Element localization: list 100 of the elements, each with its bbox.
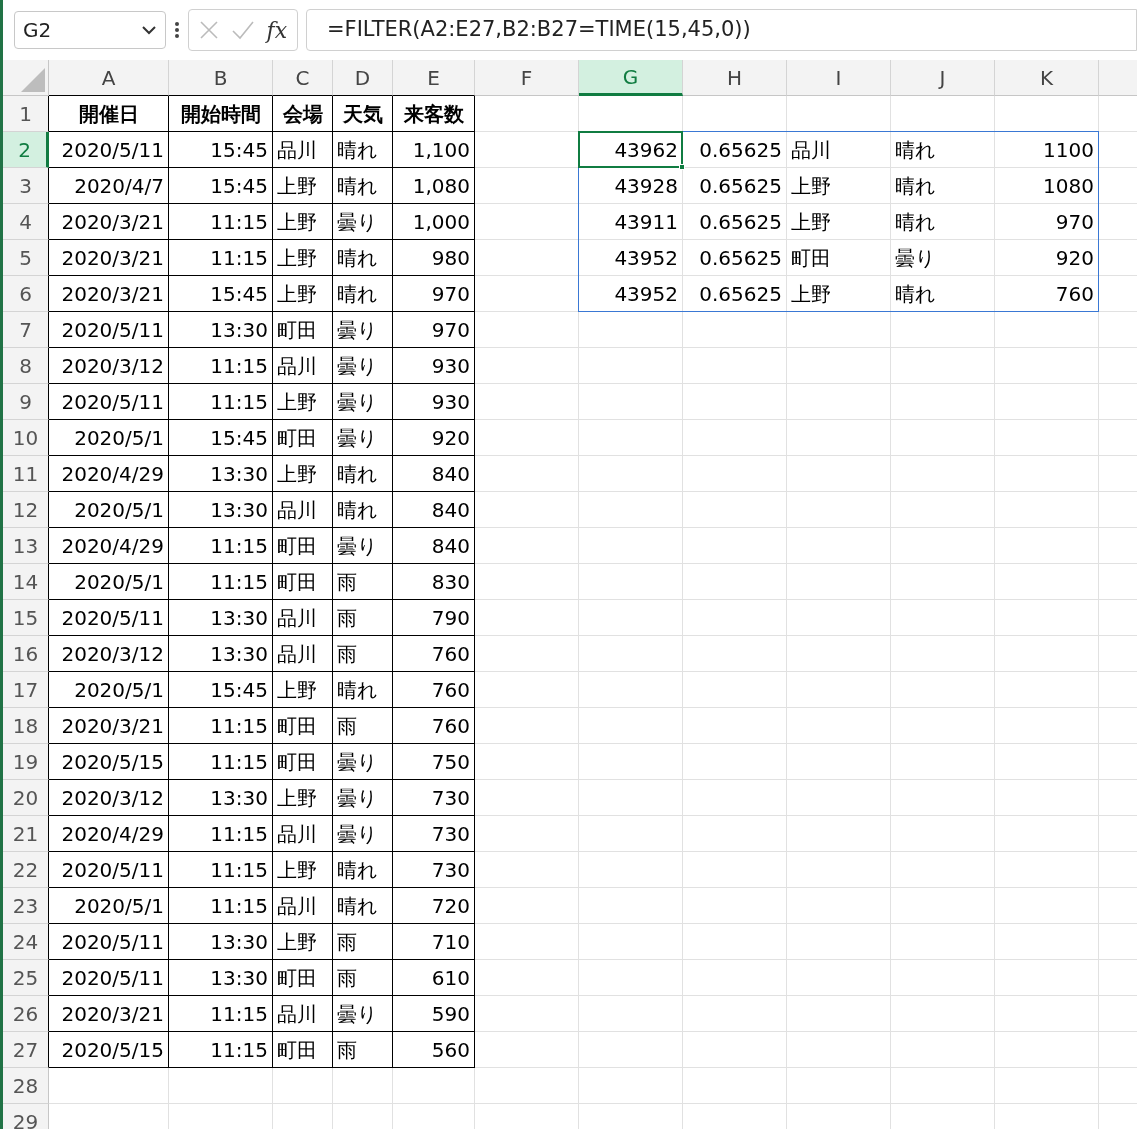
column-header[interactable]: C xyxy=(273,60,333,96)
table-cell: 品川 xyxy=(273,888,333,924)
check-icon[interactable] xyxy=(230,20,255,40)
table-cell: 晴れ xyxy=(333,168,393,204)
row-header[interactable]: 11 xyxy=(3,456,49,492)
insert-function-button[interactable]: fx xyxy=(266,13,288,47)
column-header[interactable]: D xyxy=(333,60,393,96)
table-cell: 曇り xyxy=(333,780,393,816)
table-cell: 11:15 xyxy=(169,1032,273,1068)
table-cell: 790 xyxy=(393,600,475,636)
name-box[interactable]: G2 xyxy=(14,11,166,49)
row-header[interactable]: 2 xyxy=(3,132,49,168)
table-cell: 2020/5/11 xyxy=(49,600,169,636)
row-header[interactable]: 29 xyxy=(3,1104,49,1129)
table-cell: 上野 xyxy=(273,672,333,708)
row-header[interactable]: 10 xyxy=(3,420,49,456)
table-cell: 760 xyxy=(995,276,1099,312)
row-header[interactable]: 6 xyxy=(3,276,49,312)
table-cell: 上野 xyxy=(273,204,333,240)
chevron-down-icon xyxy=(141,25,157,35)
column-header[interactable]: G xyxy=(579,60,683,96)
table-cell: 11:15 xyxy=(169,528,273,564)
table-cell: 上野 xyxy=(273,384,333,420)
row-header[interactable]: 13 xyxy=(3,528,49,564)
table-cell: 11:15 xyxy=(169,240,273,276)
row-header[interactable]: 17 xyxy=(3,672,49,708)
row-header[interactable]: 27 xyxy=(3,1032,49,1068)
row-header[interactable]: 7 xyxy=(3,312,49,348)
row-header[interactable]: 4 xyxy=(3,204,49,240)
column-header[interactable]: J xyxy=(891,60,995,96)
more-options-icon[interactable] xyxy=(174,21,180,39)
row-header[interactable]: 19 xyxy=(3,744,49,780)
row-header[interactable]: 1 xyxy=(3,96,49,132)
formula-input[interactable]: =FILTER(A2:E27,B2:B27=TIME(15,45,0)) xyxy=(306,9,1137,51)
table-cell: 13:30 xyxy=(169,600,273,636)
table-cell: 920 xyxy=(393,420,475,456)
table-cell: 曇り xyxy=(333,312,393,348)
row-header[interactable]: 8 xyxy=(3,348,49,384)
select-all-icon[interactable] xyxy=(21,68,45,92)
table-cell: 920 xyxy=(995,240,1099,276)
table-cell: 43952 xyxy=(579,240,683,276)
table-cell: 晴れ xyxy=(891,204,995,240)
column-header[interactable]: I xyxy=(787,60,891,96)
column-header[interactable]: F xyxy=(475,60,579,96)
row-header[interactable]: 24 xyxy=(3,924,49,960)
row-header[interactable]: 26 xyxy=(3,996,49,1032)
row-header[interactable]: 5 xyxy=(3,240,49,276)
table-cell: 13:30 xyxy=(169,456,273,492)
column-header[interactable]: E xyxy=(393,60,475,96)
table-cell: 2020/5/1 xyxy=(49,420,169,456)
select-all-corner[interactable] xyxy=(3,60,49,96)
table-cell: 町田 xyxy=(273,708,333,744)
table-cell: 晴れ xyxy=(333,852,393,888)
row-header[interactable]: 9 xyxy=(3,384,49,420)
row-header[interactable]: 15 xyxy=(3,600,49,636)
column-header[interactable]: H xyxy=(683,60,787,96)
table-cell: 雨 xyxy=(333,564,393,600)
column-title: 開始時間 xyxy=(169,96,273,132)
table-cell: 11:15 xyxy=(169,348,273,384)
row-header[interactable]: 20 xyxy=(3,780,49,816)
table-cell: 13:30 xyxy=(169,960,273,996)
table-cell: 760 xyxy=(393,672,475,708)
row-header[interactable]: 16 xyxy=(3,636,49,672)
table-cell: 0.65625 xyxy=(683,240,787,276)
row-header[interactable]: 18 xyxy=(3,708,49,744)
row-header[interactable]: 28 xyxy=(3,1068,49,1104)
table-cell: 2020/5/1 xyxy=(49,492,169,528)
table-cell: 11:15 xyxy=(169,564,273,600)
table-cell: 43911 xyxy=(579,204,683,240)
table-cell: 2020/5/15 xyxy=(49,744,169,780)
table-cell: 11:15 xyxy=(169,744,273,780)
table-cell: 0.65625 xyxy=(683,204,787,240)
column-header[interactable]: B xyxy=(169,60,273,96)
table-cell: 2020/5/15 xyxy=(49,1032,169,1068)
row-header[interactable]: 3 xyxy=(3,168,49,204)
row-header[interactable]: 22 xyxy=(3,852,49,888)
table-cell: 2020/5/11 xyxy=(49,960,169,996)
row-header[interactable]: 21 xyxy=(3,816,49,852)
table-cell: 晴れ xyxy=(333,888,393,924)
table-cell: 11:15 xyxy=(169,996,273,1032)
table-cell: 品川 xyxy=(273,492,333,528)
row-header[interactable]: 12 xyxy=(3,492,49,528)
table-cell: 2020/3/21 xyxy=(49,996,169,1032)
close-icon[interactable] xyxy=(198,20,219,40)
table-cell: 2020/5/11 xyxy=(49,312,169,348)
table-cell: 2020/5/11 xyxy=(49,924,169,960)
table-cell: 1100 xyxy=(995,132,1099,168)
column-header[interactable]: K xyxy=(995,60,1099,96)
row-header[interactable]: 25 xyxy=(3,960,49,996)
table-cell: 560 xyxy=(393,1032,475,1068)
table-cell: 上野 xyxy=(787,276,891,312)
table-cell: 2020/4/29 xyxy=(49,456,169,492)
table-cell: 町田 xyxy=(787,240,891,276)
table-cell: 840 xyxy=(393,528,475,564)
table-cell: 晴れ xyxy=(891,132,995,168)
row-header[interactable]: 23 xyxy=(3,888,49,924)
table-cell: 11:15 xyxy=(169,816,273,852)
table-cell: 970 xyxy=(393,312,475,348)
column-header[interactable]: A xyxy=(49,60,169,96)
row-header[interactable]: 14 xyxy=(3,564,49,600)
